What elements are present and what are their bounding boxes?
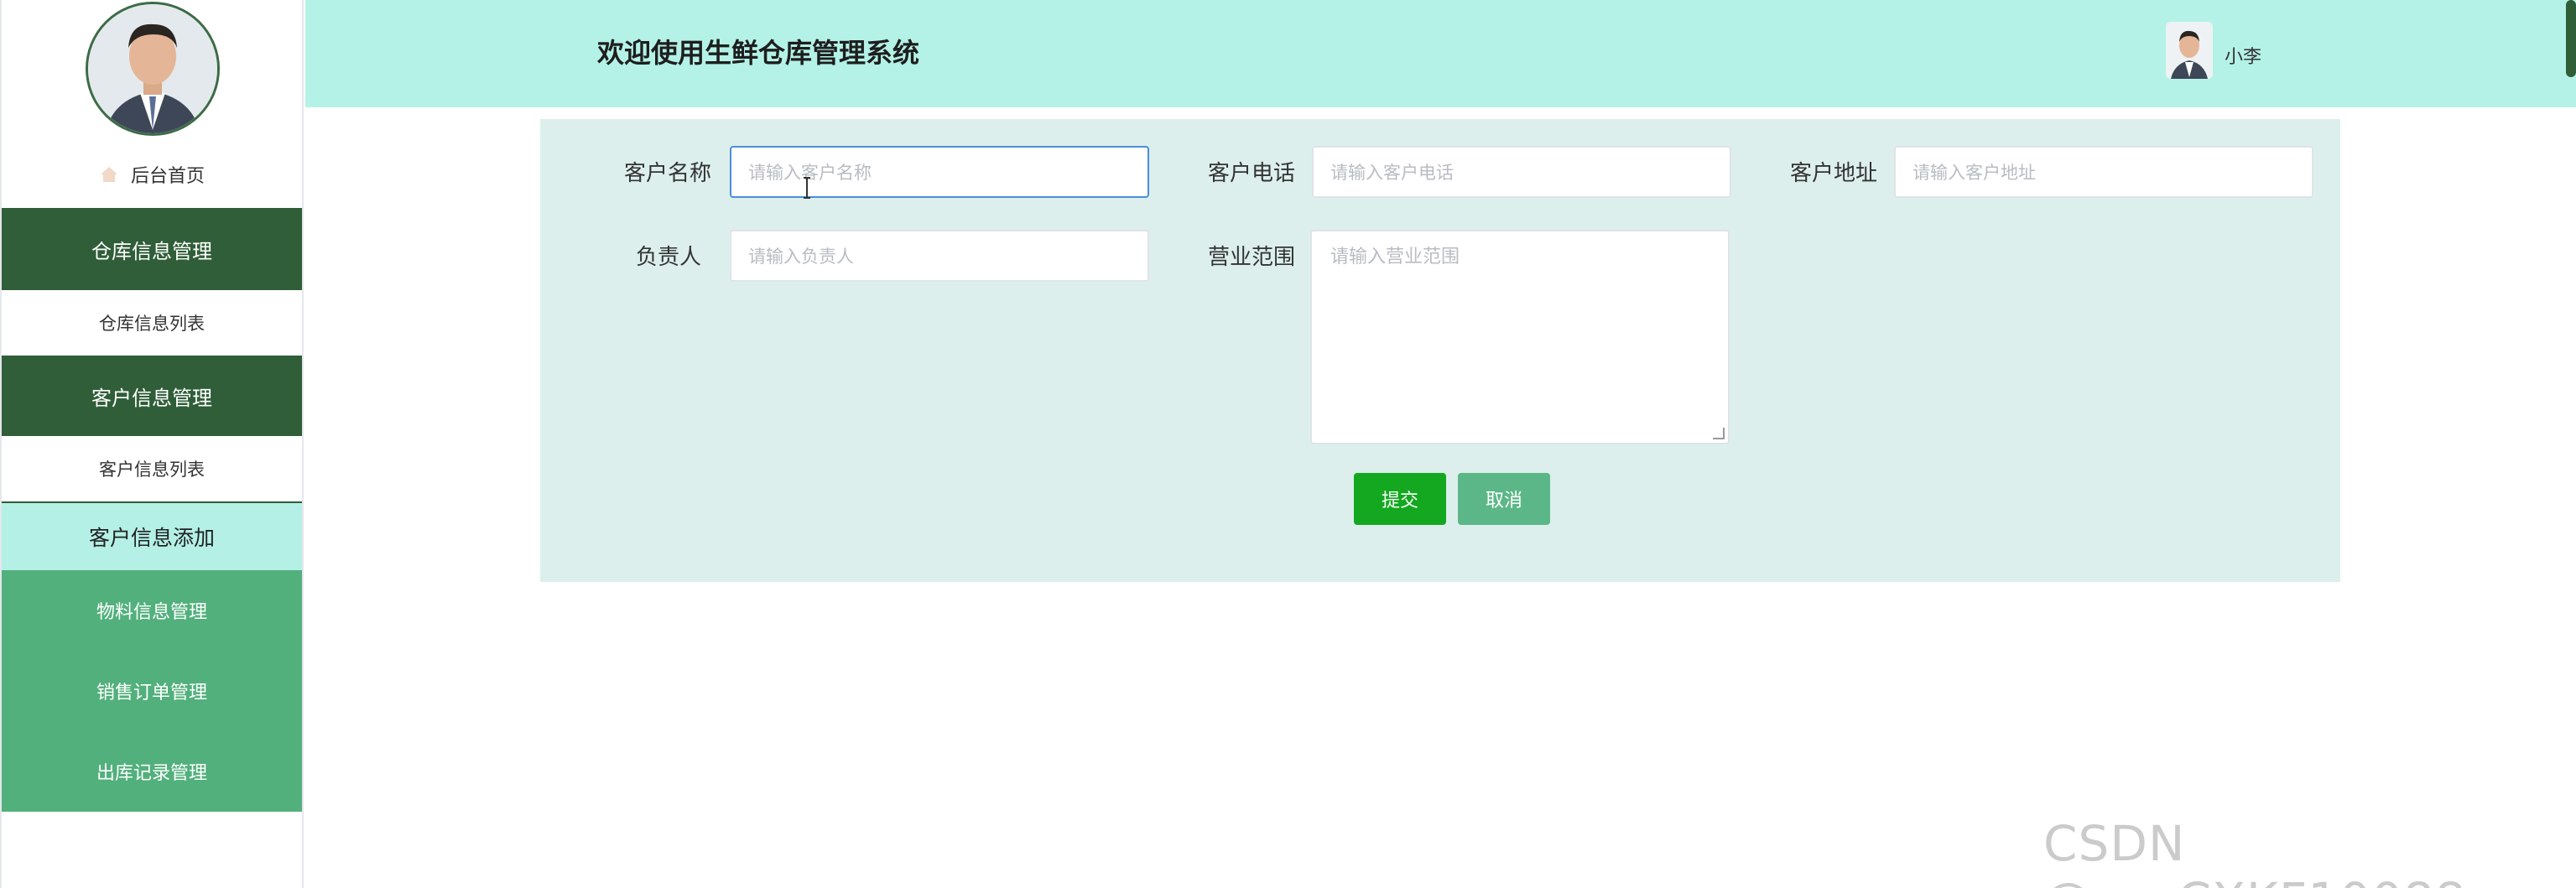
- user-name[interactable]: 小李: [2225, 42, 2261, 69]
- resize-handle-icon[interactable]: [1713, 428, 1725, 439]
- submit-button[interactable]: 提交: [1354, 473, 1446, 525]
- sidebar-profile: 后台首页: [2, 0, 302, 208]
- label-customer-address: 客户地址: [1789, 161, 1877, 186]
- sidebar-item-warehouse-list[interactable]: 仓库信息列表: [2, 290, 302, 356]
- sidebar-item-home[interactable]: 后台首页: [2, 159, 302, 190]
- sidebar-item-label: 客户信息添加: [88, 526, 215, 550]
- customer-address-input[interactable]: 请输入客户地址: [1894, 146, 2313, 198]
- sidebar-item-label: 仓库信息列表: [99, 314, 205, 334]
- sidebar-group-customer[interactable]: 客户信息管理: [2, 356, 302, 436]
- cancel-button[interactable]: 取消: [1458, 473, 1550, 525]
- sidebar-group-warehouse[interactable]: 仓库信息管理: [2, 208, 302, 290]
- user-avatar[interactable]: [2166, 22, 2213, 79]
- sidebar: 后台首页 仓库信息管理 仓库信息列表 客户信息管理 客户信息列表 客户信息添加 …: [0, 0, 304, 888]
- app-root: 后台首页 仓库信息管理 仓库信息列表 客户信息管理 客户信息列表 客户信息添加 …: [0, 0, 2576, 888]
- watermark: CSDN @vx_CXKF10088: [2043, 815, 2466, 888]
- owner-input[interactable]: 请输入负责人: [730, 230, 1149, 282]
- home-icon: [100, 167, 117, 182]
- sidebar-group-label: 出库记录管理: [96, 763, 207, 784]
- profile-avatar: [86, 2, 220, 136]
- sidebar-item-label: 客户信息列表: [99, 460, 205, 480]
- sidebar-group-label: 仓库信息管理: [91, 239, 212, 263]
- label-owner: 负责人: [635, 245, 701, 270]
- sidebar-group-material[interactable]: 物料信息管理: [2, 570, 302, 651]
- sidebar-group-label: 销售订单管理: [96, 683, 207, 704]
- sidebar-group-outbound[interactable]: 出库记录管理: [2, 731, 302, 812]
- customer-name-input[interactable]: 请输入客户名称: [730, 146, 1149, 198]
- text-cursor-icon: [804, 177, 810, 199]
- sidebar-group-label: 物料信息管理: [96, 602, 207, 623]
- avatar-portrait-icon: [88, 4, 217, 133]
- business-scope-textarea[interactable]: 请输入营业范围: [1310, 230, 1730, 444]
- user-avatar-icon: [2166, 22, 2213, 79]
- label-customer-phone: 客户电话: [1207, 161, 1295, 186]
- sidebar-home-label: 后台首页: [130, 166, 205, 187]
- sidebar-item-customer-list[interactable]: 客户信息列表: [2, 436, 302, 501]
- sidebar-group-sales-order[interactable]: 销售订单管理: [2, 651, 302, 731]
- sidebar-item-customer-add[interactable]: 客户信息添加: [2, 503, 302, 570]
- top-header: 欢迎使用生鲜仓库管理系统 小李: [305, 0, 2576, 107]
- scrollbar-thumb[interactable]: [2566, 0, 2576, 77]
- label-business-scope: 营业范围: [1207, 245, 1295, 270]
- sidebar-group-label: 客户信息管理: [91, 386, 212, 410]
- page-title: 欢迎使用生鲜仓库管理系统: [597, 37, 920, 69]
- customer-phone-input[interactable]: 请输入客户电话: [1312, 146, 1731, 198]
- textarea-placeholder: 请输入营业范围: [1330, 247, 1460, 267]
- label-customer-name: 客户名称: [623, 161, 711, 186]
